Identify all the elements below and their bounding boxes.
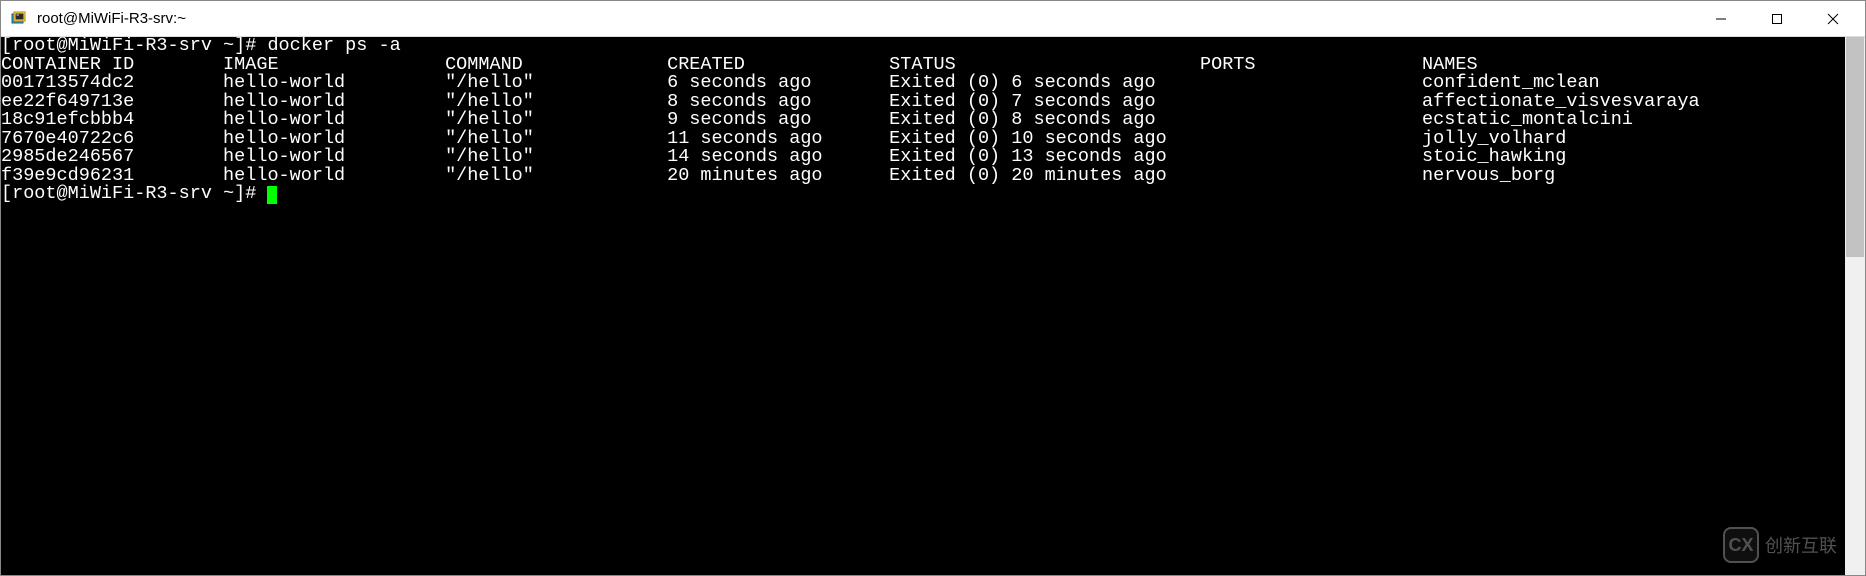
scrollbar-thumb[interactable] <box>1846 37 1864 257</box>
table-row: f39e9cd96231 hello-world "/hello" 20 min… <box>1 167 1845 186</box>
titlebar[interactable]: root@MiWiFi-R3-srv:~ <box>1 1 1865 37</box>
scrollbar[interactable] <box>1845 37 1865 575</box>
minimize-button[interactable] <box>1693 1 1749 36</box>
window-title: root@MiWiFi-R3-srv:~ <box>37 10 1693 27</box>
app-icon <box>9 9 29 29</box>
terminal-line: [root@MiWiFi-R3-srv ~]# docker ps -a <box>1 37 1845 56</box>
table-row: 18c91efcbbb4 hello-world "/hello" 9 seco… <box>1 111 1845 130</box>
cursor <box>267 186 277 204</box>
maximize-button[interactable] <box>1749 1 1805 36</box>
minimize-icon <box>1715 13 1727 25</box>
maximize-icon <box>1771 13 1783 25</box>
terminal[interactable]: [root@MiWiFi-R3-srv ~]# docker ps -aCONT… <box>1 37 1845 575</box>
close-button[interactable] <box>1805 1 1861 36</box>
table-row: 001713574dc2 hello-world "/hello" 6 seco… <box>1 74 1845 93</box>
terminal-area: [root@MiWiFi-R3-srv ~]# docker ps -aCONT… <box>1 37 1865 575</box>
table-row: 2985de246567 hello-world "/hello" 14 sec… <box>1 148 1845 167</box>
scrollbar-track <box>1845 37 1865 575</box>
close-icon <box>1827 13 1839 25</box>
window-controls <box>1693 1 1861 36</box>
terminal-prompt: [root@MiWiFi-R3-srv ~]# <box>1 185 1845 204</box>
window: root@MiWiFi-R3-srv:~ [root@MiWiFi-R3-srv… <box>0 0 1866 576</box>
